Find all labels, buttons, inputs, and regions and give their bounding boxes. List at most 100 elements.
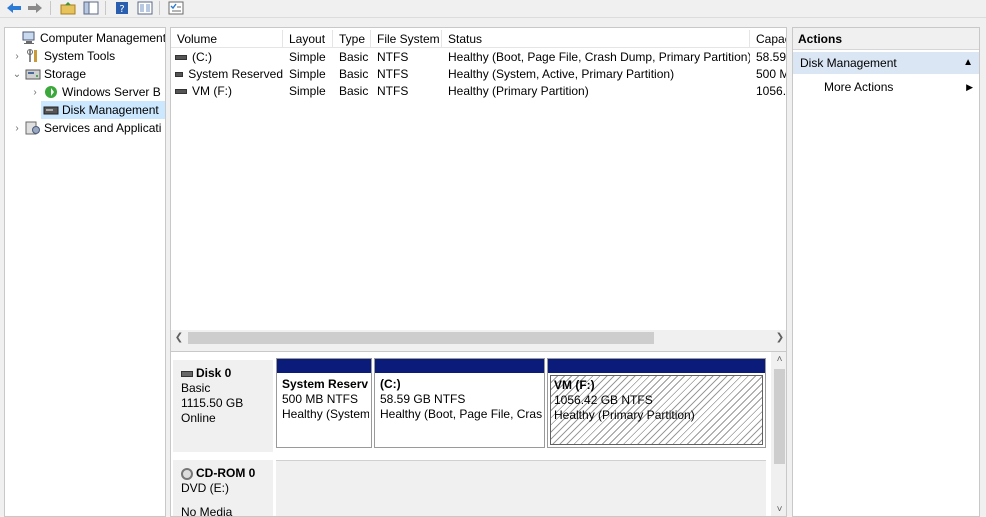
layout-cell: Simple [289,50,326,64]
chevron-right-icon[interactable]: › [11,51,23,62]
partition-body: VM (F:) 1056.42 GB NTFS Healthy (Primary… [550,375,763,445]
chevron-right-icon[interactable]: › [29,87,41,98]
disk-icon [43,103,59,117]
actions-section-label: Disk Management [800,56,897,70]
computer-management-icon [21,31,37,45]
services-icon [25,121,41,135]
scroll-down-icon[interactable]: ˅ [771,502,786,516]
disk-0-partitions: System Reserv 500 MB NTFS Healthy (Syste… [276,358,766,450]
vertical-scrollbar[interactable]: ˄ ˅ [771,352,786,516]
partition-size: 500 MB NTFS [282,392,359,406]
capacity-cell: 1056.4 [756,84,787,98]
collapse-up-icon[interactable]: ▲ [963,52,973,74]
chevron-down-icon[interactable]: ⌄ [11,69,23,80]
capacity-cell: 500 M [756,67,787,81]
tree-item-label: Disk Management [62,103,159,117]
checklist-icon[interactable] [167,0,185,16]
status-cell: Healthy (System, Active, Primary Partiti… [448,67,675,81]
volume-icon [175,55,187,60]
table-row[interactable]: (C:) Simple Basic NTFS Healthy (Boot, Pa… [171,49,787,66]
capacity-cell: 58.59 [756,50,787,64]
back-icon[interactable] [5,0,23,16]
column-header-capacity[interactable]: Capac [750,30,786,48]
partition-status: Healthy (Boot, Page File, Crasl [380,407,542,421]
tree-item-system-tools[interactable]: › System Tools [11,47,115,65]
tree-item-label: Computer Management ( [40,31,166,45]
file-system-cell: NTFS [377,84,409,98]
up-folder-icon[interactable] [59,0,77,16]
disk-state: Online [181,411,216,425]
table-row[interactable]: System Reserved Simple Basic NTFS Health… [171,66,787,83]
tree-item-windows-server-backup[interactable]: › Windows Server B [29,83,160,101]
tree-item-label: Services and Applicati [44,121,162,135]
chevron-right-icon[interactable]: › [11,123,23,134]
volume-icon [175,72,184,77]
partition-system-reserved[interactable]: System Reserv 500 MB NTFS Healthy (Syste… [276,358,372,448]
partition-status: Healthy (Primary Partition) [554,408,695,422]
file-system-cell: NTFS [377,50,409,64]
cdrom-0-area[interactable] [276,460,766,516]
tree-item-disk-management[interactable]: Disk Management [41,101,165,119]
actions-pane: Actions Disk Management ▲ More Actions ▶ [792,27,980,517]
file-system-cell: NTFS [377,67,409,81]
table-row[interactable]: VM (F:) Simple Basic NTFS Healthy (Prima… [171,83,787,100]
column-header-file-system[interactable]: File System [371,30,442,48]
storage-icon [25,67,41,81]
disk-name: Disk 0 [196,366,232,380]
partition-bar [277,359,371,373]
svg-text:?: ? [119,4,124,15]
volume-name: (C:) [192,50,212,64]
partition-status: Healthy (System [282,407,369,421]
more-actions-menu-item[interactable]: More Actions ▶ [793,76,979,98]
submenu-arrow-icon: ▶ [966,82,973,92]
disk-0-label[interactable]: Disk 0 Basic 1115.50 GB Online [173,360,273,452]
status-cell: Healthy (Primary Partition) [448,84,589,98]
actions-section-disk-management[interactable]: Disk Management ▲ [793,52,979,74]
scroll-up-icon[interactable]: ˄ [771,352,786,368]
disk-type: DVD (E:) [181,481,229,495]
partition-c[interactable]: (C:) 58.59 GB NTFS Healthy (Boot, Page F… [374,358,545,448]
help-icon[interactable]: ? [113,0,131,16]
disk-management-pane: Volume Layout Type File System Status Ca… [170,27,787,517]
volume-name: VM (F:) [192,84,232,98]
tree-item-computer-management[interactable]: Computer Management ( [7,29,166,47]
layout-cell: Simple [289,67,326,81]
type-cell: Basic [339,84,369,98]
cd-rom-icon [181,467,193,480]
disk-state: No Media [181,505,233,517]
graphical-disk-view: Disk 0 Basic 1115.50 GB Online System Re… [171,352,771,517]
type-cell: Basic [339,67,369,81]
tree-item-label: Storage [44,67,87,81]
disk-name-row: Disk 0 [181,366,273,381]
volume-cell: VM (F:) [171,83,283,100]
scroll-right-icon[interactable]: ❯ [772,330,786,346]
horizontal-scrollbar[interactable]: ❮ ❯ [171,330,786,346]
partition-name: (C:) [380,377,401,391]
volume-list-header: Volume Layout Type File System Status Ca… [171,30,786,48]
partition-body: (C:) 58.59 GB NTFS Healthy (Boot, Page F… [377,375,542,445]
column-header-type[interactable]: Type [333,30,371,48]
column-header-volume[interactable]: Volume [171,30,283,48]
scrollbar-thumb[interactable] [774,369,785,464]
tree-item-services-and-applications[interactable]: › Services and Applicati [11,119,161,137]
column-header-status[interactable]: Status [442,30,750,48]
forward-icon[interactable] [26,0,44,16]
volume-cell: System Reserved [171,66,283,83]
partition-bar [375,359,544,373]
disk-icon [181,370,193,377]
volume-cell: (C:) [171,49,283,66]
volume-name: System Reserved [188,67,283,81]
layout-cell: Simple [289,84,326,98]
properties-icon[interactable] [136,0,154,16]
disk-name: CD-ROM 0 [196,466,256,480]
disk-name-row: CD-ROM 0 [181,466,273,481]
scrollbar-thumb[interactable] [188,332,654,344]
partition-vm-f[interactable]: VM (F:) 1056.42 GB NTFS Healthy (Primary… [547,358,766,448]
show-hide-tree-icon[interactable] [82,0,100,16]
scroll-left-icon[interactable]: ❮ [171,330,187,346]
partition-name: System Reserv [282,377,369,391]
column-header-layout[interactable]: Layout [283,30,333,48]
cdrom-0-label[interactable]: CD-ROM 0 DVD (E:) No Media [173,460,273,517]
tree-item-storage[interactable]: ⌄ Storage [11,65,86,83]
actions-title: Actions [793,28,979,50]
